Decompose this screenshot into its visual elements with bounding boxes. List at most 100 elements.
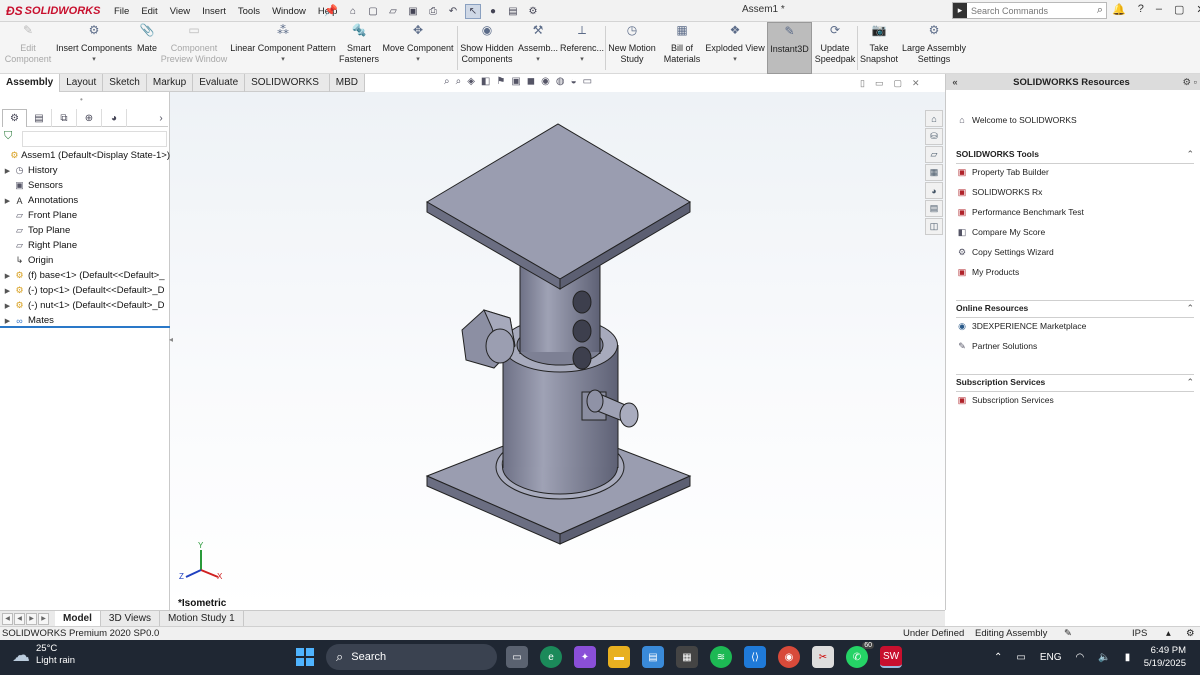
home-icon[interactable]: ⌂ [345, 4, 361, 19]
view-palette-icon[interactable]: ▦ [925, 164, 943, 181]
viewport-restore-icon[interactable]: ▯ [860, 78, 865, 89]
expand-arrow-icon[interactable]: ▶ [2, 167, 13, 175]
unit-dropdown-icon[interactable]: ▴ [1166, 628, 1171, 639]
chevron-down-icon[interactable]: ▾ [92, 54, 96, 65]
section-header[interactable]: Subscription Services ⌃ [956, 377, 1194, 392]
chevron-down-icon[interactable]: ▾ [416, 54, 420, 65]
display-manager-tab-icon[interactable]: ◕ [102, 109, 127, 127]
show-hidden-button[interactable]: ◉ Show Hidden Components [459, 22, 515, 74]
menu-tools[interactable]: Tools [232, 6, 266, 17]
tab-sketch[interactable]: Sketch [103, 74, 147, 92]
configuration-manager-tab-icon[interactable]: ⧉ [52, 109, 77, 127]
tree-item[interactable]: ▱ Top Plane [2, 223, 170, 238]
chevron-up-icon[interactable]: ⌃ [994, 652, 1002, 663]
tree-item[interactable]: ▶ ◷ History [2, 163, 170, 178]
hide-show-icon[interactable]: ◉ [541, 76, 550, 87]
take-snapshot-button[interactable]: 📷 Take Snapshot [859, 22, 899, 74]
section-header[interactable]: Online Resources ⌃ [956, 303, 1194, 318]
appearances-icon[interactable]: ◕ [925, 182, 943, 199]
search-commands-box[interactable]: ▸ Search Commands ⌕ [952, 2, 1107, 19]
list-item[interactable]: ▣ My Products [956, 266, 1020, 278]
chevron-up-icon[interactable]: ⌃ [1186, 303, 1194, 314]
tree-item[interactable]: ▱ Right Plane [2, 238, 170, 253]
mate-button[interactable]: 📎 Mate [134, 22, 160, 74]
welcome-link[interactable]: ⌂ Welcome to SOLIDWORKS [956, 114, 1076, 126]
menu-edit[interactable]: Edit [135, 6, 163, 17]
menu-file[interactable]: File [108, 6, 135, 17]
exploded-view-button[interactable]: ❖ Exploded View ▾ [705, 22, 765, 74]
edit-component-button[interactable]: ✎ Edit Component [2, 22, 54, 74]
select-icon[interactable]: ↖ [465, 3, 481, 19]
new-motion-study-button[interactable]: ◷ New Motion Study [606, 22, 658, 74]
reference-geometry-button[interactable]: ⟂ Referenc... ▾ [560, 22, 604, 74]
custom-properties-icon[interactable]: ▤ [925, 200, 943, 217]
tree-item[interactable]: ▱ Front Plane [2, 208, 170, 223]
forum-icon[interactable]: ◫ [925, 218, 943, 235]
undo-icon[interactable]: ↶ [445, 4, 461, 19]
chrome-icon[interactable]: ◉ [778, 646, 800, 668]
help-icon[interactable]: ? [1138, 3, 1144, 16]
zoom-to-area-icon[interactable]: ⌕ [456, 76, 462, 87]
instant3d-button[interactable]: ✎ Instant3D [767, 22, 812, 74]
last-tab-icon[interactable]: ▶ [38, 612, 49, 625]
apply-scene-icon[interactable]: ◒ [571, 76, 577, 87]
snipping-tool-icon[interactable]: ✂ [812, 646, 834, 668]
section-header[interactable]: SOLIDWORKS Tools ⌃ [956, 149, 1194, 164]
model-view[interactable]: Y X Z [170, 92, 945, 610]
display-icon[interactable]: ▭ [1016, 652, 1025, 663]
viewport-maximize-icon[interactable]: ▢ [893, 78, 902, 89]
clipchamp-icon[interactable]: ▦ [676, 646, 698, 668]
taskbar-search[interactable]: ⌕ Search [326, 644, 497, 670]
viewport-minimize-icon[interactable]: ▭ [875, 78, 884, 89]
tab-assembly[interactable]: Assembly [0, 74, 61, 92]
vscode-icon[interactable]: ⟨⟩ [744, 646, 766, 668]
list-item[interactable]: ▣ Performance Benchmark Test [956, 206, 1084, 218]
minimize-button[interactable]: – [1156, 3, 1162, 16]
solidworks-logo[interactable]: ƉS SOLIDWORKS [6, 3, 100, 19]
edge-browser-icon[interactable]: e [540, 646, 562, 668]
whatsapp-icon[interactable]: ✆ 60 [846, 642, 874, 668]
search-icon[interactable]: ⌕ [1097, 4, 1103, 17]
component-preview-button[interactable]: ▭ Component Preview Window [160, 22, 228, 74]
file-explorer-icon[interactable]: ▱ [925, 146, 943, 163]
dynamic-annotation-icon[interactable]: ⚑ [496, 76, 505, 87]
task-pane-options-icon[interactable]: ⚙ ▫ [1179, 77, 1200, 88]
bill-of-materials-button[interactable]: ▦ Bill of Materials [661, 22, 703, 74]
next-tab-icon[interactable]: ▶ [26, 612, 37, 625]
expand-arrow-icon[interactable]: ▶ [2, 272, 13, 280]
feature-tree-tab-icon[interactable]: ⚙ [2, 109, 27, 127]
tree-filter-field[interactable] [22, 131, 167, 147]
menu-view[interactable]: View [164, 6, 196, 17]
list-item[interactable]: ▣ Property Tab Builder [956, 166, 1049, 178]
notifications-icon[interactable]: 🔔 [1112, 3, 1126, 16]
quick-tips-icon[interactable]: ⚙ [1186, 628, 1195, 639]
edit-appearance-icon[interactable]: ◍ [556, 76, 565, 87]
move-component-button[interactable]: ✥ Move Component ▾ [380, 22, 456, 74]
view-settings-icon[interactable]: ▭ [583, 76, 592, 87]
search-mode-icon[interactable]: ▸ [953, 3, 967, 18]
dimxpert-tab-icon[interactable]: ⊕ [77, 109, 102, 127]
maximize-button[interactable]: ▢ [1174, 3, 1184, 16]
zoom-to-fit-icon[interactable]: ⌕ [444, 76, 450, 87]
list-item[interactable]: ▣ SOLIDWORKS Rx [956, 186, 1043, 198]
start-button-icon[interactable] [296, 648, 314, 666]
solidworks-taskbar-icon[interactable]: SW [880, 646, 902, 668]
smart-fasteners-button[interactable]: 🔩 Smart Fasteners [338, 22, 380, 74]
weather-widget[interactable]: ☁ 25°C Light rain [12, 643, 75, 667]
print-icon[interactable]: ⎙ [425, 4, 441, 19]
file-properties-icon[interactable]: ▤ [505, 4, 521, 19]
tree-item[interactable]: ↳ Origin [2, 253, 170, 268]
insert-components-button[interactable]: ⚙ Insert Components ▾ [54, 22, 134, 74]
nut-part[interactable] [461, 309, 516, 369]
pin-menu-icon[interactable]: 📌 [324, 4, 338, 17]
rollback-bar[interactable] [0, 326, 170, 328]
previous-view-icon[interactable]: ◈ [467, 76, 475, 87]
collapse-panel-icon[interactable]: ◂ [169, 335, 173, 344]
tab-markup[interactable]: Markup [147, 74, 194, 92]
collapse-task-pane-icon[interactable]: « [946, 77, 964, 88]
display-style-icon[interactable]: ◼ [527, 76, 535, 87]
tree-item[interactable]: ⚙ Assem1 (Default<Display State-1>) [2, 148, 170, 163]
view-orientation-icon[interactable]: ▣ [511, 76, 520, 87]
tab-mbd[interactable]: MBD [330, 74, 365, 92]
expand-arrow-icon[interactable]: ▶ [2, 197, 13, 205]
